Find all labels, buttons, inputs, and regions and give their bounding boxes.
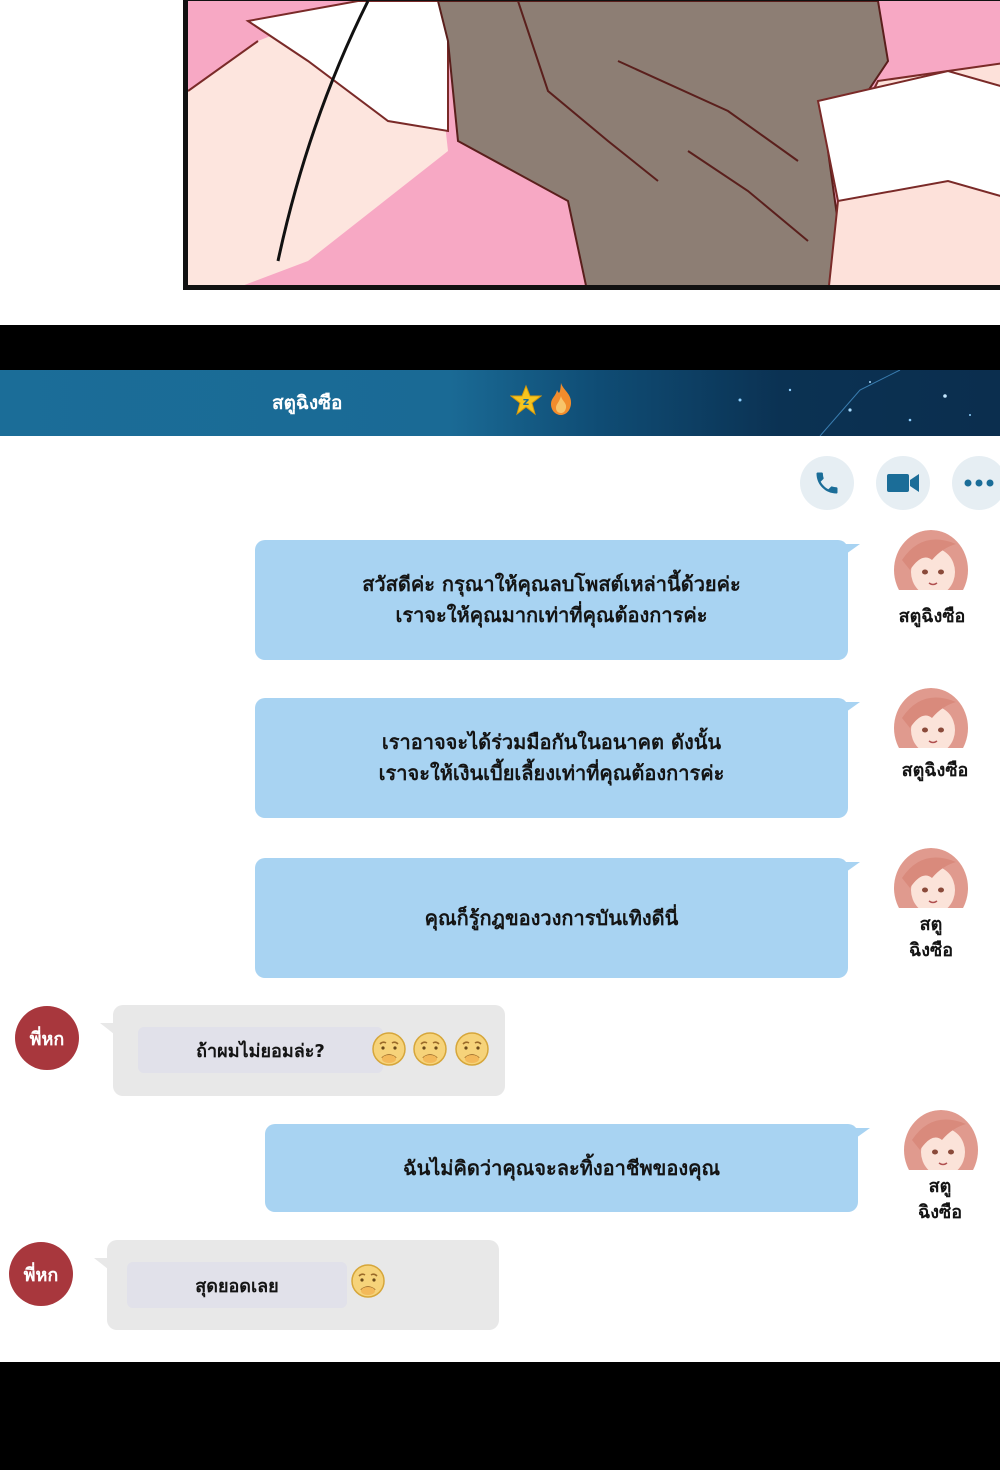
worried-emoji-icon (455, 1032, 489, 1066)
worried-emoji-icon (351, 1264, 385, 1298)
message-text: ถ้าผมไม่ยอมล่ะ? (138, 1027, 383, 1073)
message-line: ฉันไม่คิดว่าคุณจะละทิ้งอาชีพของคุณ (402, 1155, 721, 1180)
sender-name-line: สตู (919, 914, 943, 935)
sender-name: สตู ฉิงซือ (890, 1174, 990, 1226)
message-bubble: ถ้าผมไม่ยอมล่ะ? (100, 1005, 505, 1096)
sender-name: สตูฉิงซือ (901, 760, 969, 781)
message-line: คุณก็รู้กฎของวงการบันเทิงดีนี่ (424, 905, 679, 930)
avatar[interactable]: พี่หก (9, 1242, 73, 1306)
video-call-button[interactable] (876, 456, 930, 510)
starfield-decoration (738, 370, 971, 436)
worried-emoji-icon (372, 1032, 406, 1066)
comic-illustration (183, 0, 1000, 290)
svg-text:z: z (523, 395, 529, 408)
phone-icon (816, 472, 838, 494)
message-text: สุดยอดเลย (127, 1262, 347, 1308)
message-bubble: ฉันไม่คิดว่าคุณจะละทิ้งอาชีพของคุณ (265, 1124, 870, 1212)
black-strip-top (0, 325, 1000, 370)
sender-name-line: ฉิงซือ (908, 940, 954, 961)
more-options-button[interactable] (952, 456, 1000, 510)
message-bubble: เราอาจจะได้ร่วมมือกันในอนาคต ดังนั้น เรา… (255, 698, 860, 818)
comic-panel (0, 0, 1000, 325)
message-bubble: สุดยอดเลย (94, 1240, 499, 1330)
fire-badge-icon (551, 383, 572, 415)
more-icon (964, 479, 994, 487)
call-button[interactable] (800, 456, 854, 510)
message-line: สวัสดีค่ะ กรุณาให้คุณลบโพสต์เหล่านี้ด้วย… (362, 572, 741, 596)
sender-name: สตู ฉิงซือ (881, 912, 981, 964)
worried-emoji-icon (413, 1032, 447, 1066)
message-line: เราจะให้คุณมากเท่าที่คุณต้องการค่ะ (395, 603, 708, 627)
chat-header: สตูฉิงซือ z (0, 370, 1000, 436)
sender-name-line: สตู (928, 1176, 952, 1197)
message-bubble: คุณก็รู้กฎของวงการบันเทิงดีนี่ (255, 858, 860, 978)
video-icon (887, 474, 919, 492)
black-strip-bottom (0, 1362, 1000, 1470)
message-bubble: สวัสดีค่ะ กรุณาให้คุณลบโพสต์เหล่านี้ด้วย… (255, 540, 860, 660)
sender-name: สตูฉิงซือ (898, 606, 966, 627)
sender-name-line: ฉิงซือ (917, 1202, 963, 1223)
avatar[interactable]: พี่หก (15, 1006, 79, 1070)
message-line: เราอาจจะได้ร่วมมือกันในอนาคต ดังนั้น (381, 730, 722, 754)
star-badge-icon: z (510, 384, 542, 416)
chat-title: สตูฉิงซือ (272, 392, 343, 414)
message-line: เราจะให้เงินเบี้ยเลี้ยงเท่าที่คุณต้องการ… (378, 761, 725, 785)
